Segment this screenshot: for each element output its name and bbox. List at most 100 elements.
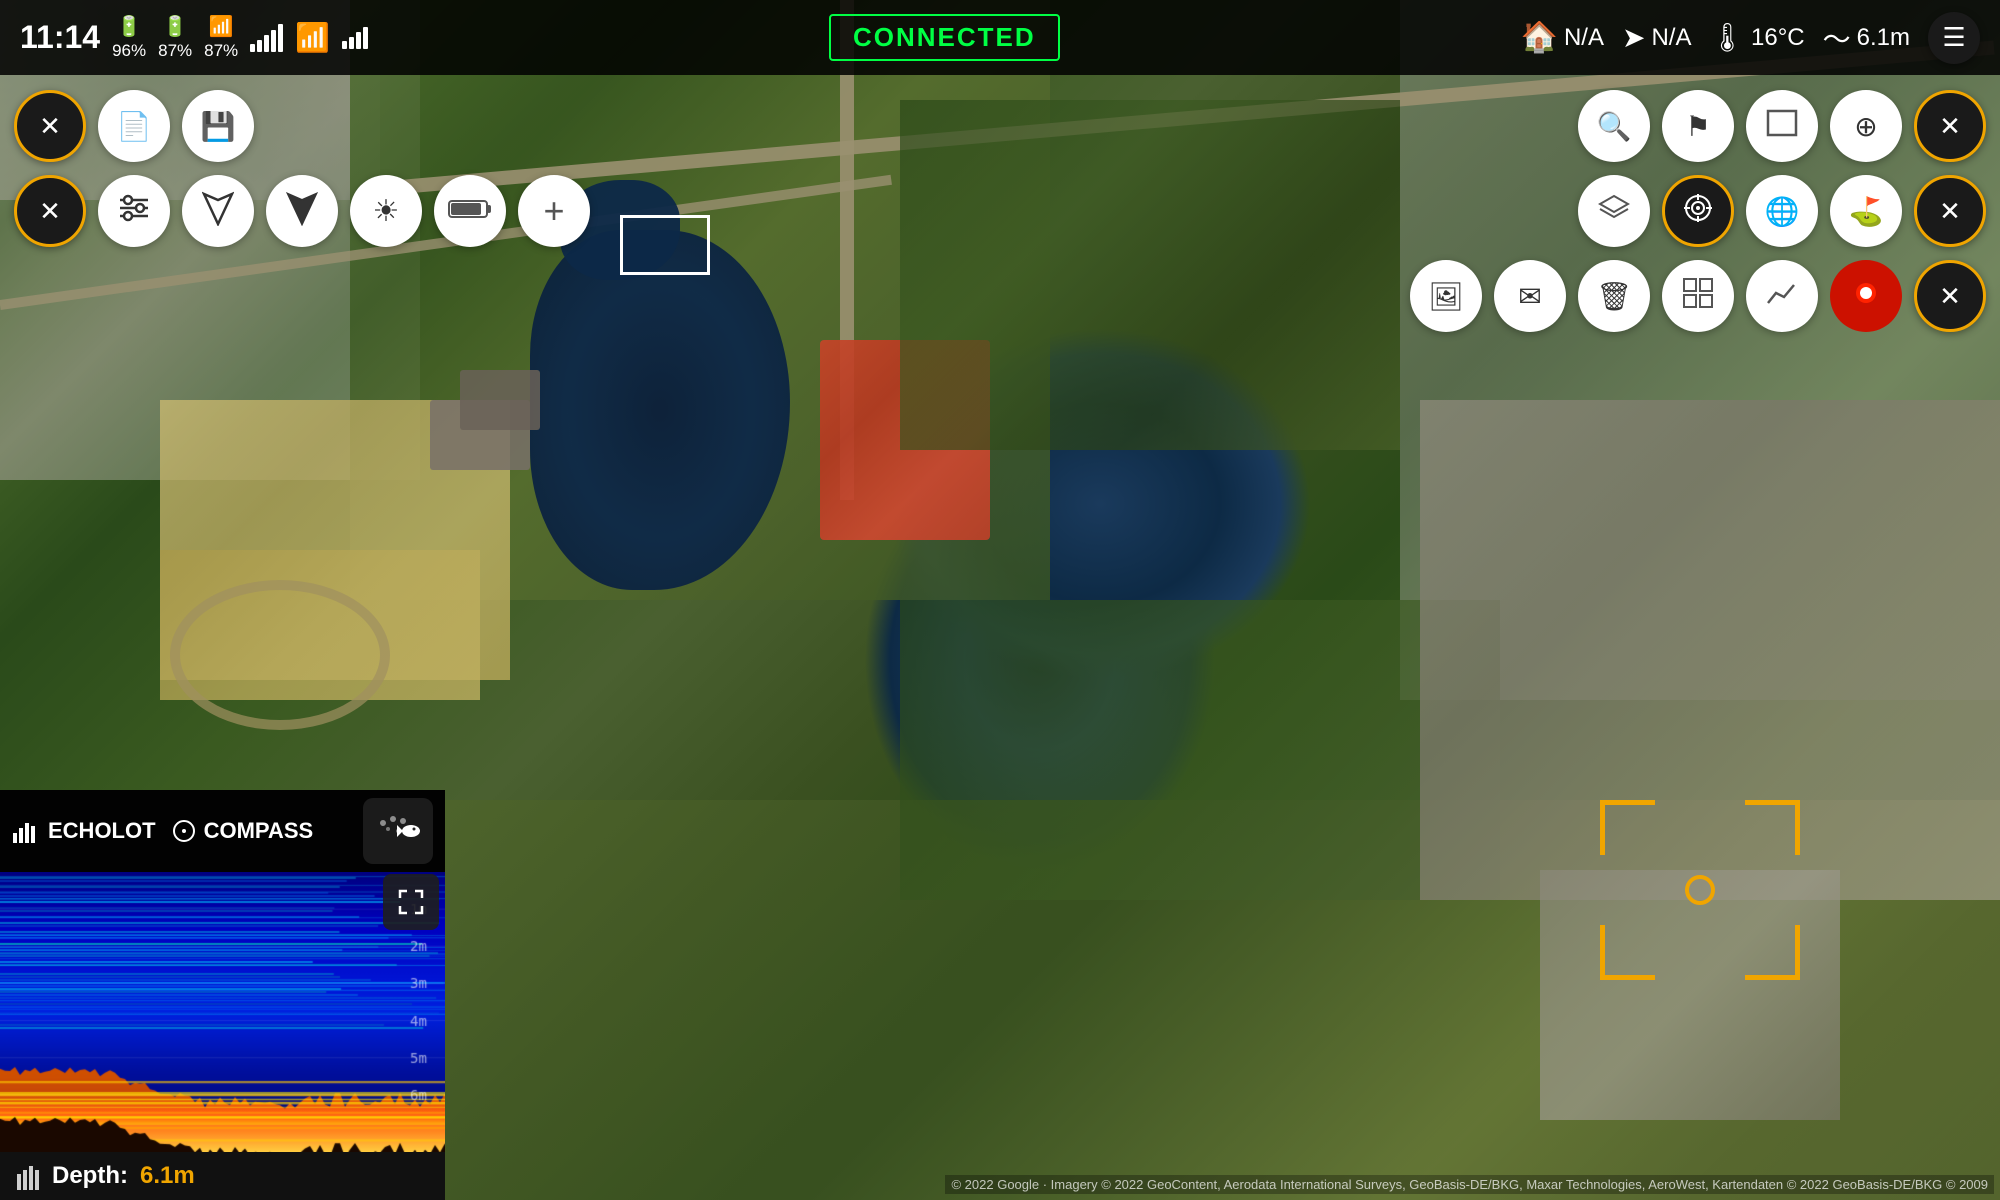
rectangle-icon xyxy=(1766,109,1798,144)
map-type-button[interactable]: 🌐 xyxy=(1746,175,1818,247)
time-display: 11:14 xyxy=(20,19,100,56)
globe-button[interactable]: ⊕ xyxy=(1830,90,1902,162)
battery1-icon: 🔋 96% xyxy=(112,14,146,61)
echolot-actions xyxy=(363,798,433,864)
home-status: 🏠 N/A xyxy=(1521,20,1604,55)
drone-target-overlay xyxy=(1600,800,1800,980)
photo-icon: 🖼 xyxy=(1428,280,1464,313)
close-icon-2: ✕ xyxy=(39,196,61,227)
rectangle-button[interactable] xyxy=(1746,90,1818,162)
pin-button[interactable]: ⛳ xyxy=(1830,175,1902,247)
trash-icon: 🗑 xyxy=(1596,280,1632,313)
map-attribution: © 2022 Google · Imagery © 2022 GeoConten… xyxy=(945,1175,1994,1194)
map-type-icon: 🌐 xyxy=(1765,195,1800,228)
close-button-r2[interactable]: ✕ xyxy=(1914,175,1986,247)
close-icon-r2: ✕ xyxy=(1939,196,1961,227)
temp-icon: 🌡 xyxy=(1709,21,1745,54)
depth-icon: 〜 xyxy=(1823,18,1851,58)
close-button-1[interactable]: ✕ xyxy=(14,90,86,162)
search-icon: 🔍 xyxy=(1597,110,1632,143)
expand-button[interactable] xyxy=(383,874,439,930)
chart-icon xyxy=(1766,279,1798,314)
depth-value-display: 6.1m xyxy=(140,1162,195,1190)
temp-status: 🌡 16°C xyxy=(1709,21,1804,54)
home-value: N/A xyxy=(1564,24,1604,52)
new-file-button[interactable]: 📄 xyxy=(98,90,170,162)
battery1-label: 96% xyxy=(112,41,146,61)
brightness-button[interactable]: ☀ xyxy=(350,175,422,247)
depth-label: Depth: xyxy=(52,1162,128,1190)
sliders-icon xyxy=(118,194,150,229)
grid-button[interactable] xyxy=(1662,260,1734,332)
search-button[interactable]: 🔍 xyxy=(1578,90,1650,162)
expand-area xyxy=(383,874,439,930)
battery2-label: 87% xyxy=(158,41,192,61)
mail-icon: ✉ xyxy=(1518,280,1541,313)
toolbar-right-row2: 🌐 ⛳ ✕ xyxy=(1578,175,1986,247)
depth-status: 〜 6.1m xyxy=(1823,18,1910,58)
settings-button[interactable] xyxy=(98,175,170,247)
close-icon-1: ✕ xyxy=(39,111,61,142)
photo-button[interactable]: 🖼 xyxy=(1410,260,1482,332)
compass-label: COMPASS xyxy=(204,818,314,844)
echolot-tab[interactable]: ECHOLOT xyxy=(12,818,156,844)
close-button-2[interactable]: ✕ xyxy=(14,175,86,247)
connected-badge: CONNECTED xyxy=(829,14,1060,61)
status-bar: 11:14 🔋 96% 🔋 87% 📶 87% 📶 xyxy=(0,0,2000,75)
file-icon: 📄 xyxy=(117,110,152,143)
layers-button[interactable] xyxy=(1578,175,1650,247)
bracket-bottom-right xyxy=(1745,925,1800,980)
fish-finder-button[interactable] xyxy=(363,798,433,864)
target-button[interactable] xyxy=(1662,175,1734,247)
add-icon: + xyxy=(543,190,564,232)
globe-icon: ⊕ xyxy=(1854,110,1877,143)
mail-button[interactable]: ✉ xyxy=(1494,260,1566,332)
battery-mode-button[interactable] xyxy=(434,175,506,247)
close-button-r1[interactable]: ✕ xyxy=(1914,90,1986,162)
record-button[interactable] xyxy=(1830,260,1902,332)
lake-selection xyxy=(620,215,710,275)
nav-icon: ➤ xyxy=(1622,21,1645,54)
toolbar-right-row3: 🖼 ✉ 🗑 ✕ xyxy=(1410,260,1986,332)
save-button[interactable]: 💾 xyxy=(182,90,254,162)
status-left: 11:14 🔋 96% 🔋 87% 📶 87% 📶 xyxy=(20,14,368,61)
grid-icon xyxy=(1683,278,1713,315)
depth-value: 6.1m xyxy=(1857,24,1910,52)
bracket-center xyxy=(1685,875,1715,905)
save-icon: 💾 xyxy=(201,110,236,143)
toolbar-right-row1: 🔍 ⚑ ⊕ ✕ xyxy=(1578,90,1986,162)
battery3-label: 87% xyxy=(204,41,238,61)
bracket-bottom-left xyxy=(1600,925,1655,980)
echolot-header: ECHOLOT COMPASS xyxy=(0,790,445,872)
chart-button[interactable] xyxy=(1746,260,1818,332)
waypoint1-button[interactable] xyxy=(182,175,254,247)
toolbar-left-row2: ✕ ☀ xyxy=(14,175,590,247)
flag-button[interactable]: ⚑ xyxy=(1662,90,1734,162)
close-button-r3[interactable]: ✕ xyxy=(1914,260,1986,332)
sonar-canvas xyxy=(0,872,445,1152)
temp-value: 16°C xyxy=(1751,24,1805,52)
waypoint2-icon xyxy=(286,190,318,233)
waypoint2-button[interactable] xyxy=(266,175,338,247)
menu-button[interactable]: ☰ xyxy=(1928,12,1980,64)
trash-button[interactable]: 🗑 xyxy=(1578,260,1650,332)
status-center: CONNECTED xyxy=(368,14,1521,61)
battery3-icon: 📶 87% xyxy=(204,14,238,61)
compass-tab[interactable]: COMPASS xyxy=(172,818,314,844)
sonar-display xyxy=(0,872,445,1152)
signal2-icon xyxy=(342,27,368,49)
nav-status: ➤ N/A xyxy=(1622,21,1691,54)
signal-icon xyxy=(250,24,283,52)
depth-icon xyxy=(16,1162,44,1190)
record-icon xyxy=(1852,279,1880,314)
add-button[interactable]: + xyxy=(518,175,590,247)
sun-icon: ☀ xyxy=(373,194,400,229)
close-icon-r3: ✕ xyxy=(1939,281,1961,312)
nav-value: N/A xyxy=(1651,24,1691,52)
target-icon xyxy=(1682,192,1714,231)
layers-icon xyxy=(1598,194,1630,229)
bracket-top-left xyxy=(1600,800,1655,855)
wifi-icon: 📶 xyxy=(295,21,330,54)
pin-icon: ⛳ xyxy=(1849,195,1884,228)
menu-icon: ☰ xyxy=(1942,22,1965,53)
